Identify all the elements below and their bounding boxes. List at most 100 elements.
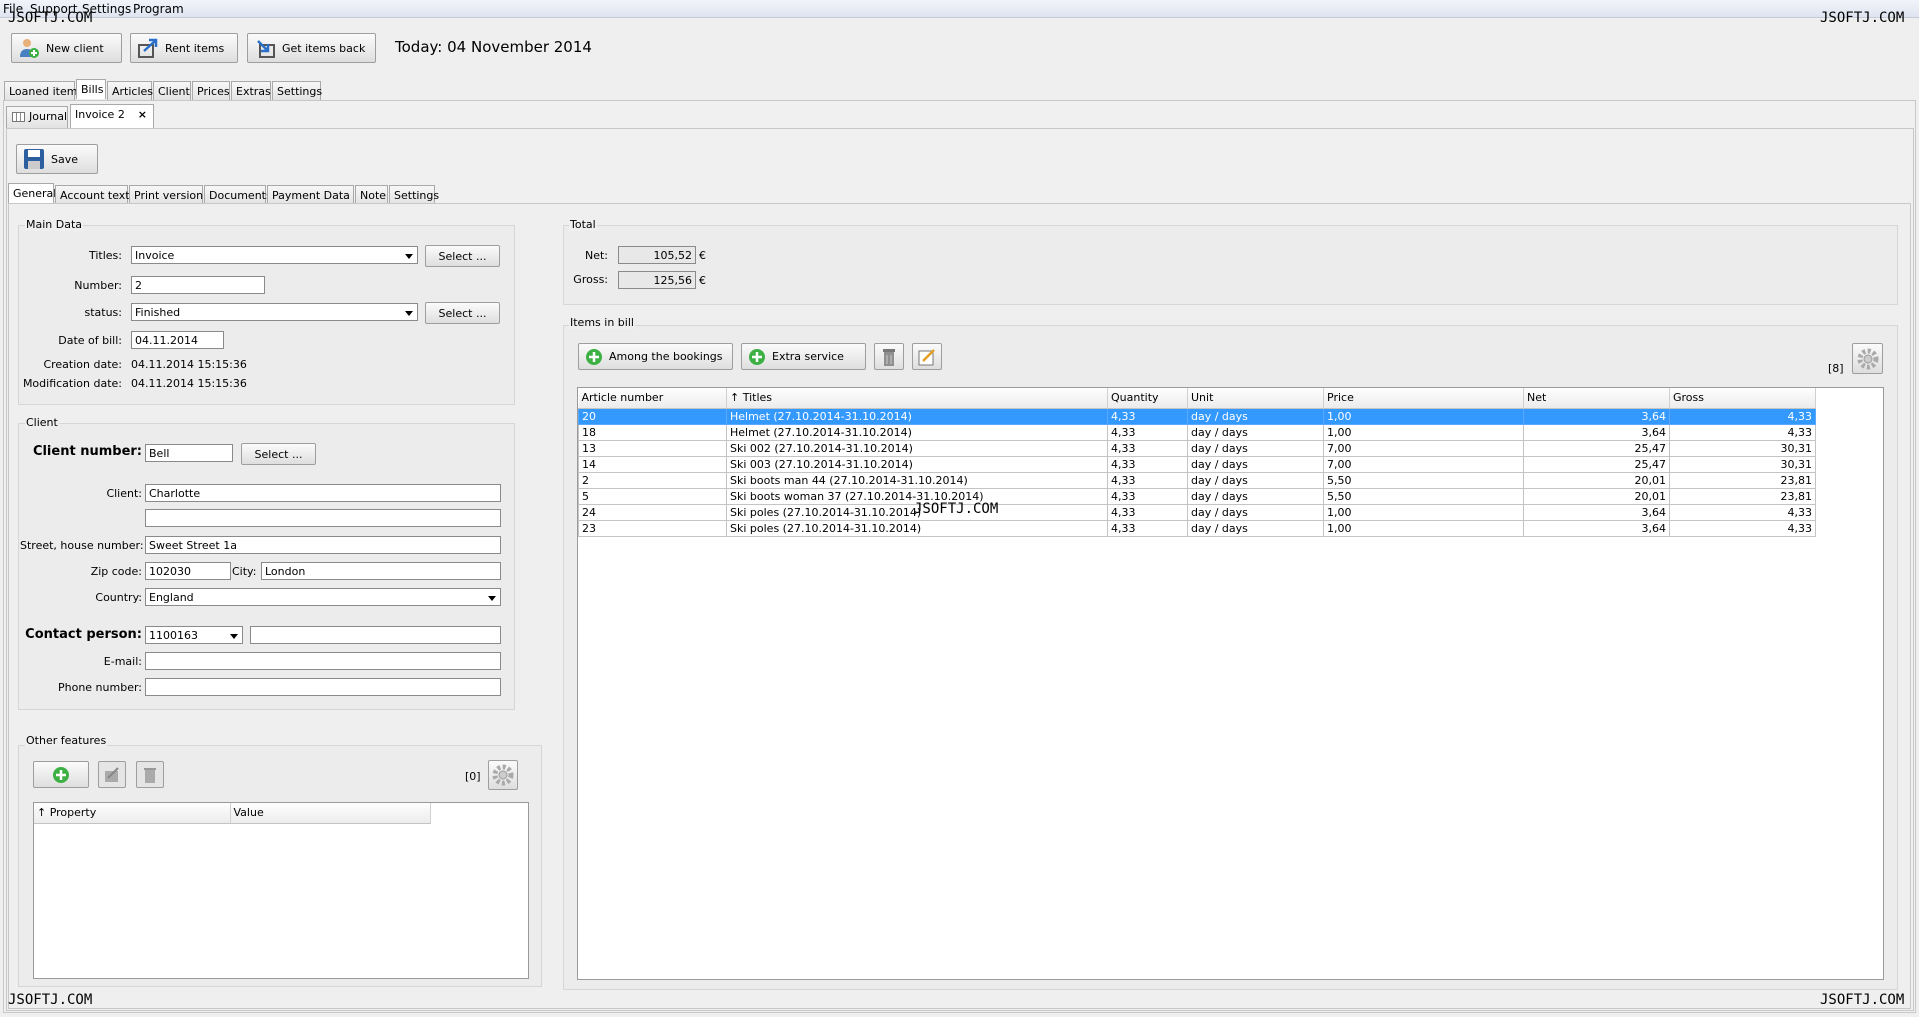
save-button[interactable]: Save xyxy=(16,144,98,174)
subtab-account-text[interactable]: Account text xyxy=(55,185,130,204)
contact-person-select[interactable]: 1100163 xyxy=(145,626,243,644)
zip-input[interactable]: 102030 xyxy=(145,562,231,580)
table-cell: 20 xyxy=(578,407,727,425)
delete-item-button[interactable] xyxy=(874,343,904,370)
column-header-value[interactable]: Value xyxy=(230,803,431,824)
rent-items-button[interactable]: Rent items xyxy=(130,33,238,63)
among-bookings-label: Among the bookings xyxy=(609,350,723,363)
edit-property-button[interactable] xyxy=(98,761,126,788)
tab-journal[interactable]: Journal xyxy=(6,106,68,128)
tab-prices[interactable]: Prices xyxy=(192,81,230,100)
watermark-top-left: JSOFTJ.COM xyxy=(8,10,93,26)
column-header-gross[interactable]: Gross xyxy=(1669,388,1816,409)
edit-icon xyxy=(918,348,935,365)
property-settings-button[interactable] xyxy=(488,760,518,790)
status-select[interactable]: Finished xyxy=(131,303,418,321)
table-row[interactable]: 5 Ski boots woman 37 (27.10.2014-31.10.20… xyxy=(578,487,1816,505)
main-data-title: Main Data xyxy=(25,218,84,231)
subtab-note[interactable]: Note xyxy=(355,185,388,204)
table-row[interactable]: 13 Ski 002 (27.10.2014-31.10.2014) 4,33 day… xyxy=(578,439,1816,457)
table-cell: 23,81 xyxy=(1669,487,1816,505)
edit-item-button[interactable] xyxy=(912,343,942,370)
tab-bills[interactable]: Bills xyxy=(76,79,106,99)
column-header-unit[interactable]: Unit xyxy=(1187,388,1324,409)
column-header-net[interactable]: Net xyxy=(1523,388,1670,409)
country-label: Country: xyxy=(95,591,142,604)
table-cell: 14 xyxy=(578,455,727,473)
among-bookings-button[interactable]: Among the bookings xyxy=(578,343,733,370)
subtab-settings[interactable]: Settings xyxy=(389,185,439,204)
subtab-payment-data[interactable]: Payment Data xyxy=(267,185,354,204)
phone-input[interactable] xyxy=(145,678,501,696)
subtab-print-version[interactable]: Print version xyxy=(129,185,203,204)
table-row[interactable]: 18 Helmet (27.10.2014-31.10.2014) 4,33 day … xyxy=(578,423,1816,441)
table-cell: 4,33 xyxy=(1669,423,1816,441)
client-title: Client xyxy=(25,416,59,429)
number-input[interactable]: 2 xyxy=(131,276,265,294)
extra-service-label: Extra service xyxy=(772,350,844,363)
delete-property-button[interactable] xyxy=(136,761,164,788)
client-name-input-2[interactable] xyxy=(145,509,501,527)
table-cell: 4,33 xyxy=(1669,407,1816,425)
subtab-documents[interactable]: Documents xyxy=(204,185,272,204)
new-client-label: New client xyxy=(46,41,104,55)
get-items-back-button[interactable]: Get items back xyxy=(247,33,376,63)
country-select[interactable]: England xyxy=(145,588,501,606)
client-name-label: Client: xyxy=(106,487,142,500)
email-input[interactable] xyxy=(145,652,501,670)
phone-label: Phone number: xyxy=(57,681,142,694)
add-property-button[interactable] xyxy=(33,761,89,788)
trash-icon xyxy=(883,348,895,366)
client-select-button[interactable]: Select ... xyxy=(241,443,316,465)
city-input[interactable]: London xyxy=(261,562,501,580)
table-cell: 4,33 xyxy=(1107,439,1188,457)
tab-invoice-2[interactable]: Invoice 2 × xyxy=(70,104,154,128)
street-input[interactable]: Sweet Street 1a xyxy=(145,536,501,554)
table-row[interactable]: 2 Ski boots man 44 (27.10.2014-31.10.2014… xyxy=(578,471,1816,489)
table-cell: day / days xyxy=(1187,423,1324,441)
date-of-bill-input[interactable]: 04.11.2014 xyxy=(131,331,224,349)
titles-select-button[interactable]: Select ... xyxy=(425,245,500,267)
subtab-general[interactable]: General xyxy=(8,183,56,203)
tab-client[interactable]: Client xyxy=(153,81,191,100)
watermark-bottom-right: JSOFTJ.COM xyxy=(1820,992,1905,1008)
table-cell: day / days xyxy=(1187,439,1324,457)
table-row[interactable]: 23 Ski poles (27.10.2014-31.10.2014) 4,33 d… xyxy=(578,519,1816,537)
tab-loaned-items[interactable]: Loaned items xyxy=(4,81,83,100)
watermark-center: JSOFTJ.COM xyxy=(914,501,999,517)
table-row[interactable]: 14 Ski 003 (27.10.2014-31.10.2014) 4,33 day… xyxy=(578,455,1816,473)
table-row[interactable]: 20 Helmet (27.10.2014-31.10.2014) 4,33 day … xyxy=(578,407,1816,425)
column-header-quantity[interactable]: Quantity xyxy=(1107,388,1188,409)
contact-person-extra-input[interactable] xyxy=(250,626,501,644)
tab-articles[interactable]: Articles xyxy=(107,81,153,100)
sub-tab-bar: General Account text Print version Docum… xyxy=(8,183,508,204)
close-icon[interactable]: × xyxy=(138,108,147,121)
menu-program[interactable]: Program xyxy=(133,2,184,16)
property-table: ↑ Property Value xyxy=(33,802,529,979)
new-client-button[interactable]: New client xyxy=(11,33,122,63)
client-name-input[interactable]: Charlotte xyxy=(145,484,501,502)
client-number-input[interactable]: Bell xyxy=(145,444,233,462)
contact-person-label: Contact person: xyxy=(25,627,142,642)
column-header-price[interactable]: Price xyxy=(1323,388,1524,409)
table-cell: day / days xyxy=(1187,471,1324,489)
add-icon xyxy=(749,348,765,365)
tab-settings[interactable]: Settings xyxy=(272,81,322,100)
items-settings-button[interactable] xyxy=(1852,343,1883,374)
main-tab-bar: Loaned items Bills Articles Client Price… xyxy=(4,79,1914,100)
column-header-article-number[interactable]: Article number xyxy=(578,388,727,409)
extra-service-button[interactable]: Extra service xyxy=(741,343,866,370)
rent-items-label: Rent items xyxy=(165,41,225,55)
table-row[interactable]: 24 Ski poles (27.10.2014-31.10.2014) 4,33 d… xyxy=(578,503,1816,521)
status-select-button[interactable]: Select ... xyxy=(425,302,500,324)
net-total-label: Net: xyxy=(584,249,608,262)
titles-select[interactable]: Invoice xyxy=(131,246,418,264)
tab-extras[interactable]: Extras xyxy=(231,81,271,100)
column-header-property[interactable]: ↑ Property xyxy=(34,803,231,824)
table-cell: day / days xyxy=(1187,487,1324,505)
table-cell: 3,64 xyxy=(1523,407,1670,425)
contact-person-value: 1100163 xyxy=(149,629,198,642)
chevron-down-icon xyxy=(488,596,496,601)
column-header-titles[interactable]: ↑ Titles xyxy=(726,388,1108,409)
rent-arrow-icon xyxy=(138,38,158,58)
